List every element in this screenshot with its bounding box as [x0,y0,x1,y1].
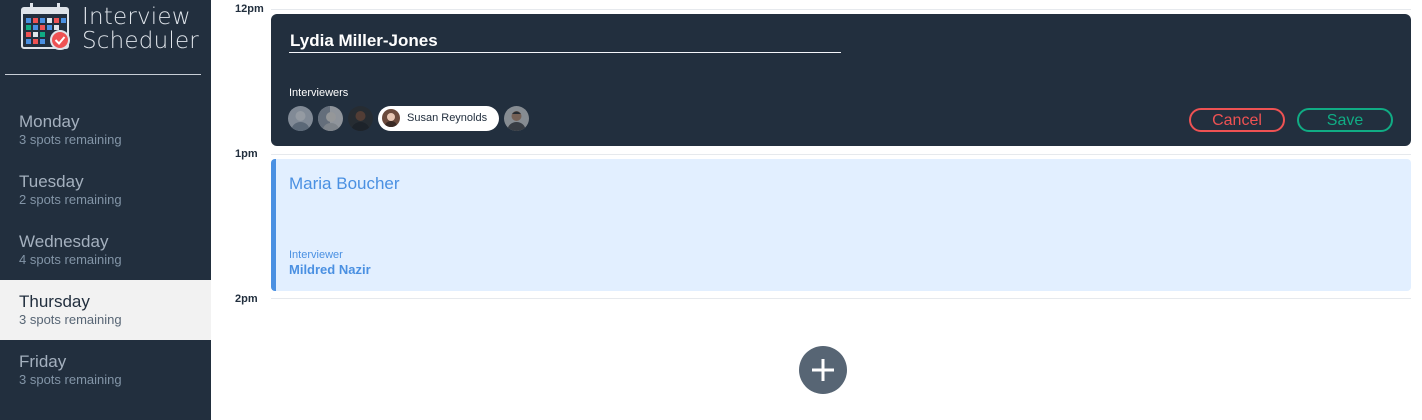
day-spots: 3 spots remaining [19,312,122,327]
sidebar: Interview Scheduler Monday 3 spots remai… [0,0,211,420]
app-title-line2: Scheduler [82,28,199,54]
interviewer-avatar[interactable] [318,105,343,131]
day-item-friday[interactable]: Friday 3 spots remaining [0,340,211,400]
add-appointment-button[interactable] [799,346,847,394]
day-spots: 2 spots remaining [19,192,122,207]
day-list: Monday 3 spots remaining Tuesday 2 spots… [0,100,211,400]
sidebar-divider [5,74,201,75]
booked-appointment[interactable]: Maria Boucher Interviewer Mildred Nazir [271,159,1411,291]
booked-student-name: Maria Boucher [289,174,400,193]
time-divider [271,298,1411,299]
selected-interviewer-name: Susan Reynolds [407,112,488,124]
time-label-2pm: 2pm [235,293,258,305]
day-item-tuesday[interactable]: Tuesday 2 spots remaining [0,160,211,220]
day-item-thursday[interactable]: Thursday 3 spots remaining [0,280,211,340]
app-title-line1: Interview [82,4,191,30]
day-name: Friday [19,352,67,371]
appointment-form: Lydia Miller-Jones Interviewers Susan Re… [271,14,1411,146]
day-name: Monday [19,112,80,131]
student-name-input[interactable]: Lydia Miller-Jones [289,31,841,53]
day-item-wednesday[interactable]: Wednesday 4 spots remaining [0,220,211,280]
interviewer-avatar[interactable] [348,105,373,131]
interviewer-avatar[interactable] [288,105,313,131]
day-spots: 4 spots remaining [19,252,122,267]
booked-interviewer-name: Mildred Nazir [289,262,371,277]
day-name: Wednesday [19,232,109,251]
interviewer-avatar[interactable] [504,105,530,131]
calendar-logo-icon [21,3,70,50]
app-title: Interview Scheduler [82,5,199,53]
interviewer-selected[interactable]: Susan Reynolds [378,105,500,131]
save-button[interactable]: Save [1297,108,1393,132]
day-spots: 3 spots remaining [19,132,122,147]
day-item-monday[interactable]: Monday 3 spots remaining [0,100,211,160]
time-label-12pm: 12pm [235,3,264,15]
interviewer-list: Susan Reynolds [288,105,534,131]
time-divider [271,154,1411,155]
plus-icon [812,359,834,381]
day-name: Tuesday [19,172,84,191]
app: Interview Scheduler Monday 3 spots remai… [0,0,1422,420]
interviewer-avatar [382,109,400,127]
schedule: 12pm 1pm 2pm Lydia Miller-Jones Intervie… [211,0,1422,420]
time-label-1pm: 1pm [235,148,258,160]
day-name: Thursday [19,292,90,311]
booked-interviewer-label: Interviewer [289,249,343,261]
time-divider [271,9,1411,10]
interviewers-label: Interviewers [289,87,349,99]
day-spots: 3 spots remaining [19,372,122,387]
cancel-button[interactable]: Cancel [1189,108,1285,132]
